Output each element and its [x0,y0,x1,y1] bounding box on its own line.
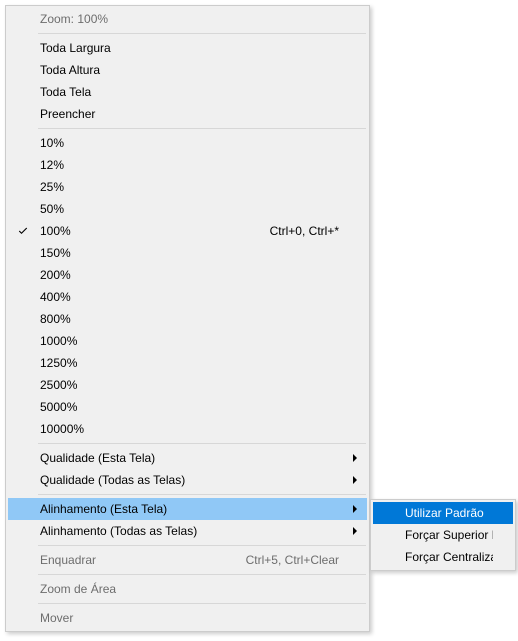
menu-item-label: 10% [38,136,347,150]
menu-item-shortcut: Ctrl+5, Ctrl+Clear [246,553,347,567]
zoom-context-menu: Zoom: 100% Toda Largura Toda Altura Toda T… [5,5,370,632]
menu-item-label: 12% [38,158,347,172]
menu-item[interactable]: 25% [8,176,367,198]
menu-item[interactable]: 150% [8,242,367,264]
separator [38,603,366,604]
menu-item-label: Enquadrar [38,553,246,567]
menu-item[interactable]: Qualidade (Todas as Telas) [8,469,367,491]
alignment-submenu: Utilizar Padrão Forçar Superior Esquerdo F… [370,499,516,571]
menu-item-label: Alinhamento (Todas as Telas) [38,524,347,538]
menu-item-label: Toda Altura [38,63,347,77]
separator [38,33,366,34]
menu-item-shortcut: Ctrl+0, Ctrl+* [270,224,347,238]
menu-item-label: 400% [38,290,347,304]
align-section: Alinhamento (Esta Tela) Alinhamento (Toda… [8,498,367,542]
menu-item-label: 1000% [38,334,347,348]
menu-item-label: Toda Tela [38,85,347,99]
menu-item-label: Forçar Centralizado [403,550,493,564]
separator [38,494,366,495]
menu-item-label: 200% [38,268,347,282]
submenu-arrow-icon [347,505,363,513]
zoom-header-label: Zoom: 100% [38,12,347,26]
menu-item[interactable]: Toda Tela [8,81,367,103]
menu-item-label: 5000% [38,400,347,414]
menu-item[interactable]: 10000% [8,418,367,440]
menu-item[interactable]: Toda Altura [8,59,367,81]
menu-item[interactable]: 2500% [8,374,367,396]
quality-section: Qualidade (Esta Tela) Qualidade (Todas as… [8,447,367,491]
menu-item[interactable]: Preencher [8,103,367,125]
move-section: Mover [8,607,367,629]
submenu-arrow-icon [347,454,363,462]
menu-item-label: 800% [38,312,347,326]
menu-item-label: Qualidade (Esta Tela) [38,451,347,465]
menu-item[interactable]: 5000% [8,396,367,418]
menu-item[interactable]: 1250% [8,352,367,374]
menu-item[interactable]: Forçar Superior Esquerdo [373,524,513,546]
menu-item-label: Mover [38,611,347,625]
menu-item[interactable]: 1000% [8,330,367,352]
menu-item-label: 100% [38,224,270,238]
zoom-area-section: Zoom de Área [8,578,367,600]
menu-item-label: Preencher [38,107,347,121]
zoom-header: Zoom: 100% [8,8,367,30]
menu-item-label: 150% [38,246,347,260]
separator [38,574,366,575]
menu-item: Zoom de Área [8,578,367,600]
menu-item[interactable]: Toda Largura [8,37,367,59]
menu-item-label: Toda Largura [38,41,347,55]
menu-item[interactable]: 200% [8,264,367,286]
menu-item-label: 10000% [38,422,347,436]
menu-item-label: Forçar Superior Esquerdo [403,528,493,542]
menu-item-label: Zoom de Área [38,582,347,596]
menu-item[interactable]: Utilizar Padrão [373,502,513,524]
frame-section: EnquadrarCtrl+5, Ctrl+Clear [8,549,367,571]
check-icon [8,225,38,237]
menu-item[interactable]: 50% [8,198,367,220]
submenu-arrow-icon [347,527,363,535]
menu-item-label: Utilizar Padrão [403,506,493,520]
separator [38,545,366,546]
menu-item-label: Qualidade (Todas as Telas) [38,473,347,487]
menu-item: EnquadrarCtrl+5, Ctrl+Clear [8,549,367,571]
menu-item[interactable]: Forçar Centralizado [373,546,513,568]
fit-section: Toda Largura Toda Altura Toda Tela Preenche… [8,37,367,125]
menu-item[interactable]: Alinhamento (Esta Tela) [8,498,367,520]
menu-item-label: 1250% [38,356,347,370]
menu-item[interactable]: 12% [8,154,367,176]
menu-item-label: Alinhamento (Esta Tela) [38,502,347,516]
menu-item[interactable]: 400% [8,286,367,308]
separator [38,128,366,129]
menu-item-label: 2500% [38,378,347,392]
menu-item[interactable]: 10% [8,132,367,154]
submenu-section: Utilizar Padrão Forçar Superior Esquerdo F… [373,502,513,568]
menu-item[interactable]: 800% [8,308,367,330]
submenu-arrow-icon [347,476,363,484]
menu-item-label: 25% [38,180,347,194]
menu-item[interactable]: Alinhamento (Todas as Telas) [8,520,367,542]
menu-item-label: 50% [38,202,347,216]
zoom-section: 10% 12% 25% 50% 100%Ctrl+0, Ctrl+* 150% 200% 40… [8,132,367,440]
menu-item[interactable]: 100%Ctrl+0, Ctrl+* [8,220,367,242]
menu-item: Mover [8,607,367,629]
separator [38,443,366,444]
menu-item[interactable]: Qualidade (Esta Tela) [8,447,367,469]
